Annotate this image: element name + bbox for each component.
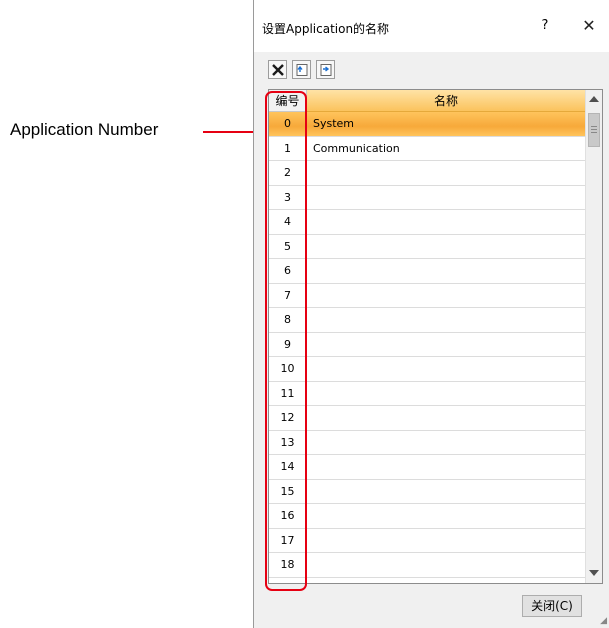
table-row[interactable]: 1 Communication <box>269 136 585 161</box>
delete-icon <box>272 64 284 76</box>
table-row[interactable]: 7 <box>269 283 585 308</box>
table-body: 0 System 1 Communication 2 3 4 5 6 7 8 9 10 11 12 13 14 1… <box>269 112 585 578</box>
callout-label: Application Number <box>10 120 159 139</box>
table-row[interactable]: 4 <box>269 210 585 235</box>
application-name-table: 编号 名称 0 System 1 Communication 2 3 4 5 6 7 8 9 10 11 1… <box>268 89 603 584</box>
scroll-up-arrow-icon[interactable] <box>589 96 599 102</box>
row-number-cell[interactable]: 3 <box>269 185 307 209</box>
row-number-cell[interactable]: 4 <box>269 210 307 234</box>
export-button[interactable] <box>316 60 335 79</box>
row-number-cell[interactable]: 11 <box>269 381 307 405</box>
table-row[interactable]: 10 <box>269 357 585 382</box>
table-row[interactable]: 17 <box>269 528 585 553</box>
grip-line <box>591 126 597 127</box>
row-number-cell[interactable]: 8 <box>269 308 307 332</box>
table-row[interactable]: 16 <box>269 504 585 529</box>
import-button[interactable] <box>292 60 311 79</box>
row-number-cell[interactable]: 9 <box>269 332 307 356</box>
row-number-cell[interactable]: 13 <box>269 430 307 454</box>
column-header-name[interactable]: 名称 <box>307 90 585 112</box>
table-row[interactable]: 0 System <box>269 112 585 137</box>
delete-button[interactable] <box>268 60 287 79</box>
table-header: 编号 名称 <box>269 90 585 112</box>
table-row[interactable]: 14 <box>269 455 585 480</box>
grip-line <box>591 129 597 130</box>
table-row[interactable]: 15 <box>269 479 585 504</box>
row-number-cell[interactable]: 0 <box>269 112 307 136</box>
row-number-cell[interactable]: 18 <box>269 553 307 577</box>
help-button[interactable]: ? <box>537 18 553 33</box>
row-name-cell[interactable]: Communication <box>313 137 400 161</box>
table-row[interactable]: 11 <box>269 381 585 406</box>
table-row[interactable]: 12 <box>269 406 585 431</box>
row-number-cell[interactable]: 15 <box>269 479 307 503</box>
title-bar: 设置Application的名称 ? ✕ <box>254 0 609 52</box>
table-row[interactable]: 3 <box>269 185 585 210</box>
scroll-thumb[interactable] <box>588 113 600 147</box>
row-number-cell[interactable]: 12 <box>269 406 307 430</box>
table-row[interactable]: 13 <box>269 430 585 455</box>
grip-line <box>591 132 597 133</box>
row-number-cell[interactable]: 1 <box>269 136 307 160</box>
import-icon <box>296 64 308 76</box>
row-number-cell[interactable]: 16 <box>269 504 307 528</box>
table-row[interactable]: 6 <box>269 259 585 284</box>
row-number-cell[interactable]: 14 <box>269 455 307 479</box>
close-window-button[interactable]: ✕ <box>580 16 598 35</box>
row-number-cell[interactable]: 7 <box>269 283 307 307</box>
row-number-cell[interactable]: 2 <box>269 161 307 185</box>
dialog-window: 设置Application的名称 ? ✕ 编号 名称 0 System 1 Co… <box>253 0 609 628</box>
row-number-cell[interactable]: 10 <box>269 357 307 381</box>
close-button[interactable]: 关闭(C) <box>522 595 582 617</box>
table-row[interactable]: 5 <box>269 234 585 259</box>
dialog-title: 设置Application的名称 <box>262 22 390 36</box>
row-name-cell[interactable]: System <box>313 112 354 136</box>
resize-grip-icon[interactable]: ◢ <box>600 616 607 626</box>
table-row[interactable]: 8 <box>269 308 585 333</box>
table-row[interactable]: 18 <box>269 553 585 578</box>
column-header-number[interactable]: 编号 <box>269 90 307 112</box>
row-number-cell[interactable]: 5 <box>269 234 307 258</box>
scroll-down-arrow-icon[interactable] <box>589 570 599 576</box>
table-row[interactable]: 2 <box>269 161 585 186</box>
row-number-cell[interactable]: 6 <box>269 259 307 283</box>
table-row[interactable]: 9 <box>269 332 585 357</box>
vertical-scrollbar[interactable] <box>585 90 602 583</box>
row-number-cell[interactable]: 17 <box>269 528 307 552</box>
export-icon <box>320 64 332 76</box>
